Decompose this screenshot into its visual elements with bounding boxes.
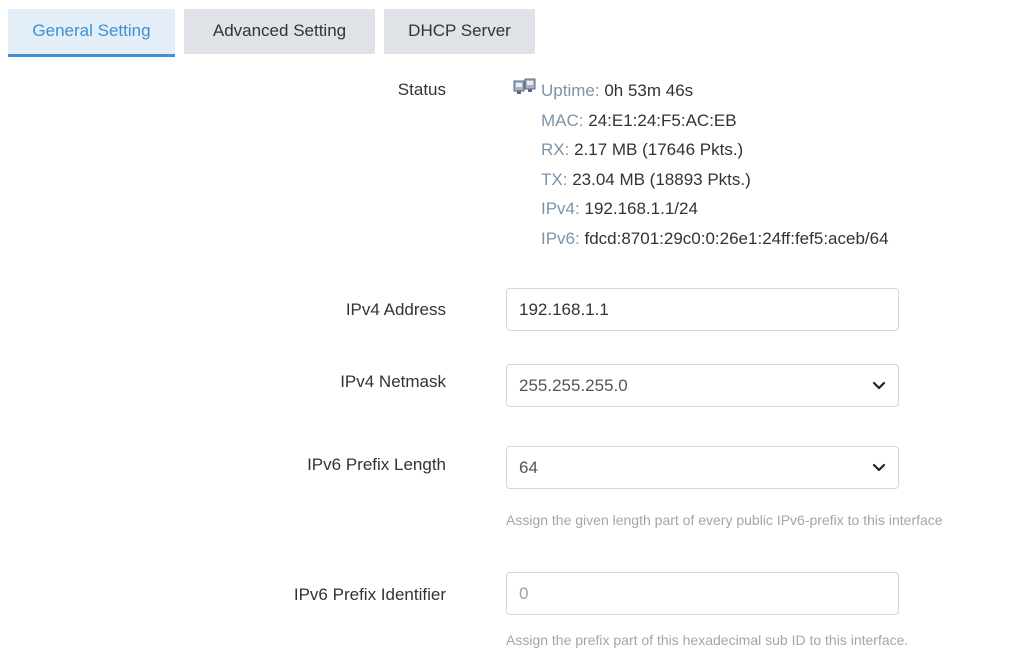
ipv4-address-value: 192.168.1.1	[519, 300, 609, 319]
chevron-down-icon	[872, 381, 886, 390]
tx-key: TX:	[541, 169, 568, 189]
ipv6-prefix-identifier-hint: Assign the prefix part of this hexadecim…	[506, 632, 909, 648]
tab-general-setting[interactable]: General Setting	[8, 9, 175, 57]
uptime-value: 0h 53m 46s	[604, 81, 694, 100]
rx-value: 2.17 MB (17646 Pkts.)	[574, 140, 744, 159]
ipv4-address-input[interactable]: 192.168.1.1	[506, 288, 899, 331]
ipv6-key: IPv6:	[541, 228, 580, 248]
ipv4-line: IPv4: 192.168.1.1/24	[541, 194, 889, 224]
rx-key: RX:	[541, 140, 570, 159]
status-details: Uptime: 0h 53m 46s MAC: 24:E1:24:F5:AC:E…	[541, 76, 889, 253]
ipv6-prefix-length-value: 64	[519, 458, 538, 477]
mac-key: MAC:	[541, 110, 584, 130]
ipv4-value: 192.168.1.1/24	[584, 199, 698, 218]
ipv4-netmask-select[interactable]: 255.255.255.0	[506, 364, 899, 407]
status-label: Status	[397, 80, 446, 99]
ipv6-value: fdcd:8701:29c0:0:26e1:24ff:fef5:aceb/64	[584, 228, 889, 248]
ipv6-prefix-length-select[interactable]: 64	[506, 446, 899, 489]
ipv6-prefix-length-hint: Assign the given length part of every pu…	[506, 512, 943, 528]
uptime-line: Uptime: 0h 53m 46s	[541, 76, 889, 106]
tab-dhcp-server[interactable]: DHCP Server	[384, 9, 535, 54]
tab-advanced-setting[interactable]: Advanced Setting	[184, 9, 375, 54]
interface-settings-page: General Setting Advanced Setting DHCP Se…	[0, 0, 1019, 650]
ipv6-prefix-identifier-label: IPv6 Prefix Identifier	[293, 585, 446, 604]
tx-value: 23.04 MB (18893 Pkts.)	[572, 169, 751, 189]
ipv4-key: IPv4:	[541, 199, 580, 218]
network-port-icon	[513, 78, 536, 94]
ipv4-netmask-value: 255.255.255.0	[519, 376, 628, 395]
ipv6-line: IPv6: fdcd:8701:29c0:0:26e1:24ff:fef5:ac…	[541, 224, 889, 254]
rx-line: RX: 2.17 MB (17646 Pkts.)	[541, 135, 889, 165]
ipv4-address-label: IPv4 Address	[345, 300, 446, 319]
ipv6-prefix-length-label: IPv6 Prefix Length	[307, 455, 446, 474]
ipv4-netmask-label: IPv4 Netmask	[340, 372, 446, 391]
ipv6-prefix-identifier-value: 0	[519, 584, 529, 603]
chevron-down-icon	[872, 463, 886, 472]
uptime-key: Uptime:	[541, 81, 600, 100]
ipv6-prefix-identifier-input[interactable]: 0	[506, 572, 899, 615]
tx-line: TX: 23.04 MB (18893 Pkts.)	[541, 165, 889, 195]
mac-value: 24:E1:24:F5:AC:EB	[588, 110, 737, 130]
mac-line: MAC: 24:E1:24:F5:AC:EB	[541, 106, 889, 136]
